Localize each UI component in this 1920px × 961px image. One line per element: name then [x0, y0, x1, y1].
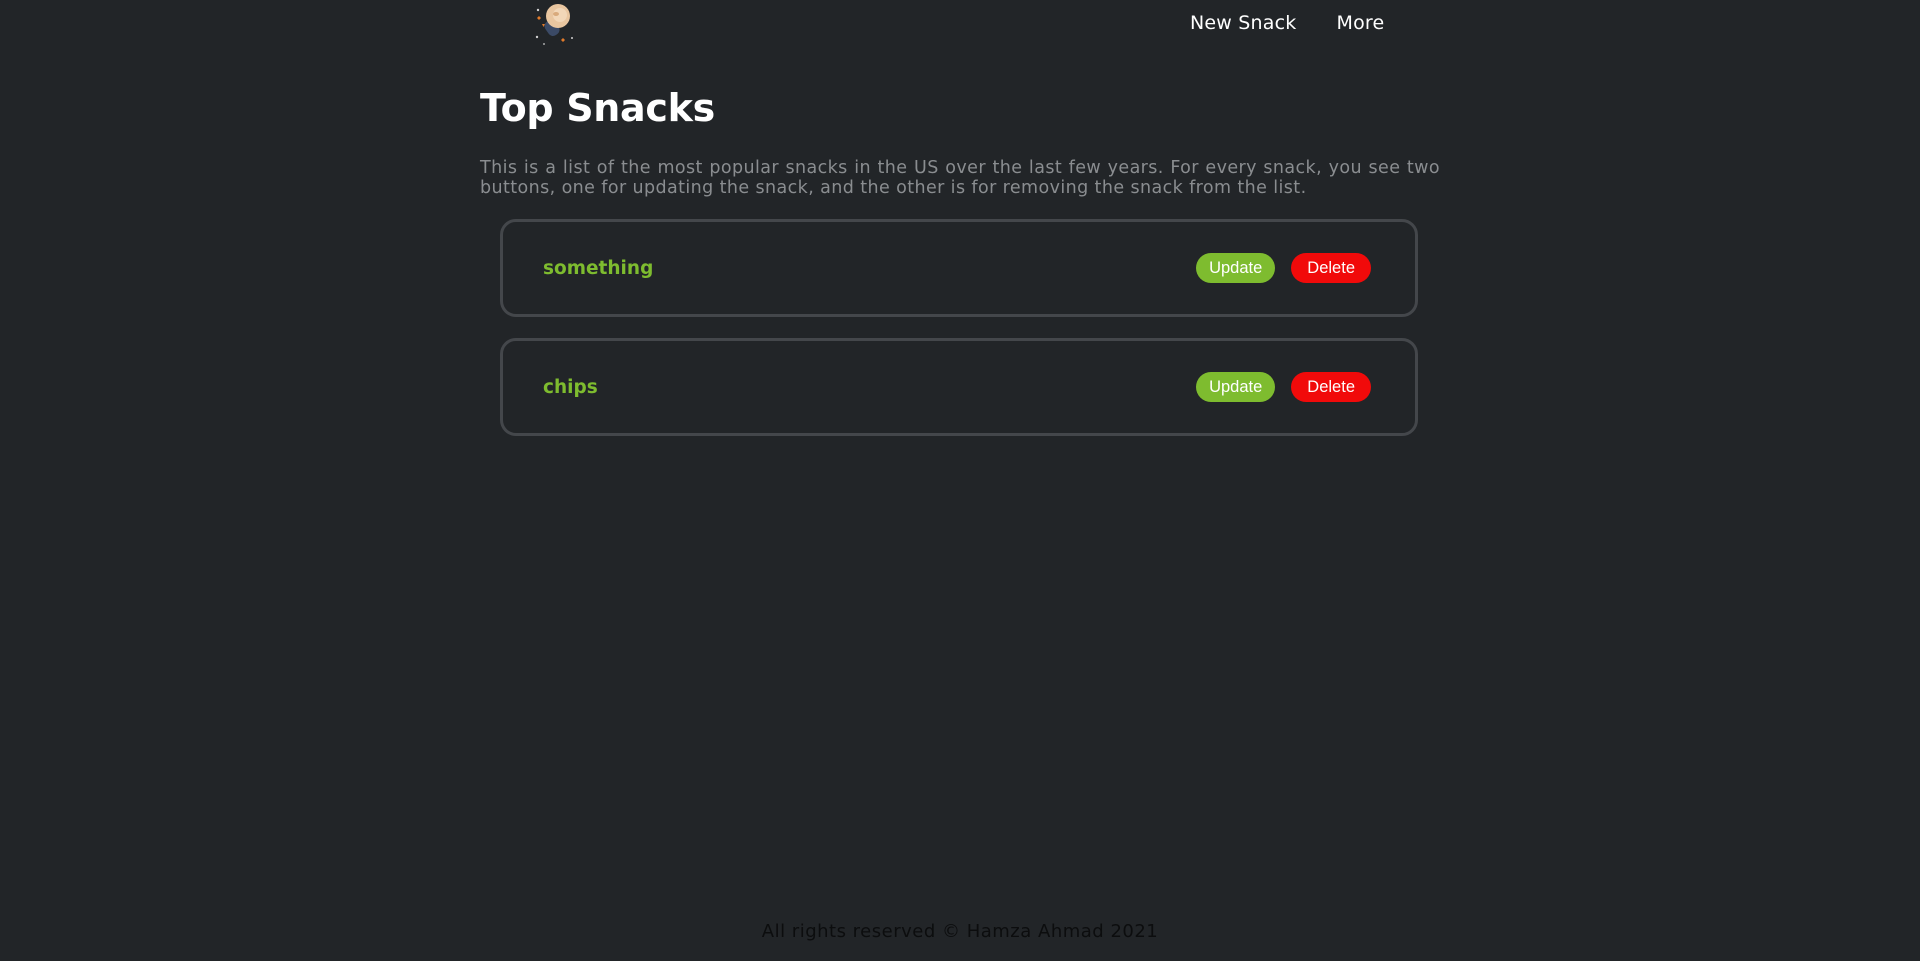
nav-links: New Snack More: [1190, 12, 1384, 34]
footer: All rights reserved © Hamza Ahmad 2021: [0, 921, 1920, 942]
page-description: This is a list of the most popular snack…: [480, 158, 1440, 198]
snack-card: chips Update Delete: [500, 338, 1418, 436]
update-button[interactable]: Update: [1196, 372, 1276, 402]
snack-card: something Update Delete: [500, 219, 1418, 317]
nav-link-new-snack[interactable]: New Snack: [1190, 12, 1296, 34]
footer-copyright: All rights reserved © Hamza Ahmad 2021: [761, 921, 1159, 942]
delete-button[interactable]: Delete: [1291, 253, 1371, 283]
nav-link-more[interactable]: More: [1336, 12, 1384, 34]
snack-list: something Update Delete chips Update Del…: [500, 219, 1418, 436]
navbar: New Snack More: [0, 0, 1920, 48]
page: New Snack More Top Snacks This is a list…: [0, 0, 1920, 961]
snack-name: something: [543, 257, 654, 279]
update-button[interactable]: Update: [1196, 253, 1276, 283]
main-content: Top Snacks This is a list of the most po…: [480, 86, 1440, 457]
delete-button[interactable]: Delete: [1291, 372, 1371, 402]
astronaut-logo-icon[interactable]: [530, 0, 578, 48]
snack-name: chips: [543, 376, 598, 398]
page-title: Top Snacks: [480, 86, 715, 130]
